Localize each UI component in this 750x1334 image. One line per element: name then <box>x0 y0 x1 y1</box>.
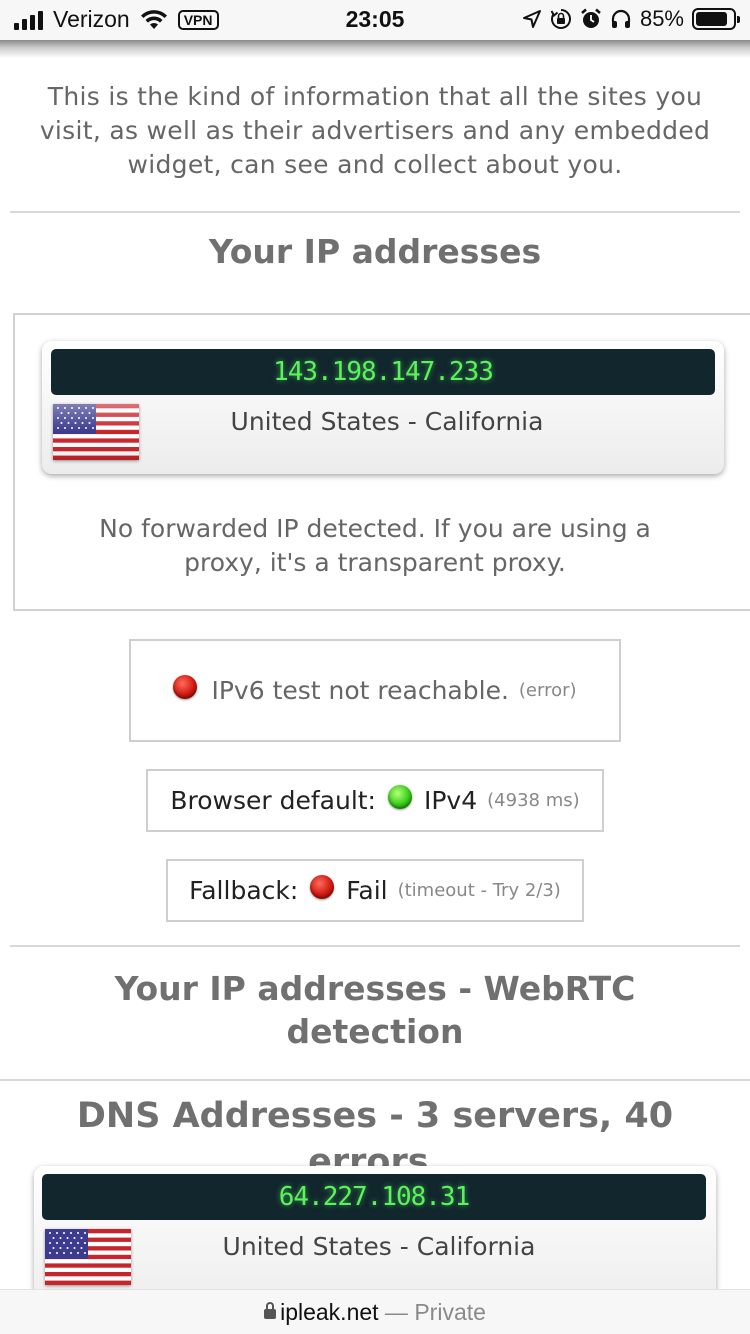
ip-address-value[interactable]: 143.198.147.233 <box>51 349 715 395</box>
browsing-mode: Private <box>414 1299 486 1325</box>
divider <box>0 1079 750 1081</box>
address-separator: — <box>378 1299 415 1325</box>
alarm-icon <box>581 8 601 28</box>
ipv6-test-box: IPv6 test not reachable. (error) <box>129 639 621 742</box>
ip-section-title: Your IP addresses <box>208 232 542 271</box>
headphones-icon <box>611 9 631 28</box>
toolbar-shadow <box>0 40 750 58</box>
ip-location: United States - California <box>230 407 544 436</box>
fallback-value: Fail <box>346 876 388 905</box>
browser-default-value: IPv4 <box>423 786 478 815</box>
dns-location: United States - California <box>222 1232 536 1261</box>
status-red-dot-icon <box>173 674 198 699</box>
browser-default-detail: (4938 ms) <box>487 790 580 811</box>
status-green-dot-icon <box>387 784 412 809</box>
dns-address-value[interactable]: 64.227.108.31 <box>42 1174 706 1220</box>
ipv6-test-detail: (error) <box>518 680 577 701</box>
address-domain: ipleak.net <box>280 1299 379 1325</box>
divider <box>10 211 740 213</box>
fallback-label: Fallback: <box>189 876 299 905</box>
ipv6-test-text: IPv6 test not reachable. <box>211 676 509 705</box>
status-bar-right: 85% <box>522 6 740 32</box>
status-red-dot-icon <box>310 874 335 899</box>
ip-card: 143.198.147.233 United States - Californ… <box>42 341 724 474</box>
intro-text: This is the kind of information that all… <box>39 82 711 179</box>
fallback-detail: (timeout - Try 2/3) <box>397 880 561 901</box>
browser-default-box: Browser default: IPv4 (4938 ms) <box>146 769 604 832</box>
status-bar: Verizon VPN 23:05 85% <box>0 0 750 40</box>
lock-icon <box>264 1302 277 1319</box>
location-arrow-icon <box>522 10 541 28</box>
webrtc-section-title: Your IP addresses - WebRTC detection <box>114 969 636 1051</box>
orientation-lock-icon <box>550 9 571 29</box>
browser-default-label: Browser default: <box>170 786 376 815</box>
divider <box>10 945 740 947</box>
forwarded-ip-note: No forwarded IP detected. If you are usi… <box>99 514 651 577</box>
address-bar[interactable]: ipleak.net — Private <box>0 1289 750 1334</box>
battery-percent: 85% <box>639 6 684 31</box>
fallback-box: Fallback: Fail (timeout - Try 2/3) <box>166 859 584 922</box>
battery-icon <box>692 8 740 30</box>
